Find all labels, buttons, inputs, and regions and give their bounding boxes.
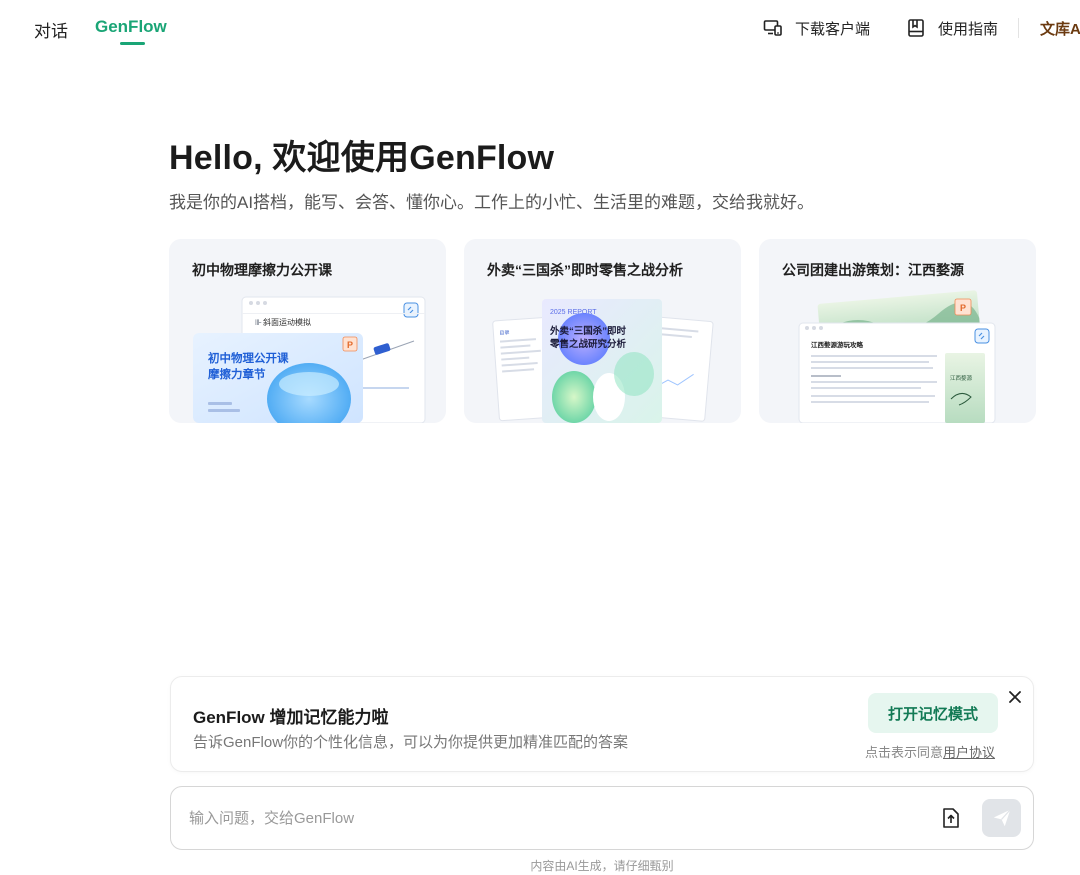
- consent-prefix: 点击表示同意: [865, 745, 944, 760]
- nav-divider: [1018, 18, 1019, 38]
- card-title: 公司团建出游策划：江西婺源: [782, 262, 964, 278]
- preview-heading: 初中物理公开课: [208, 351, 289, 365]
- user-guide-label: 使用指南: [938, 20, 999, 38]
- tab-chat[interactable]: 对话: [34, 17, 68, 42]
- card-title: 初中物理摩擦力公开课: [192, 262, 332, 278]
- user-agreement-link[interactable]: 用户协议: [943, 745, 995, 760]
- active-tab-indicator: [120, 42, 145, 45]
- report-preview-image: 目录 2025 REPORT 外卖“三国杀”即时 零售之战研究分析: [492, 299, 714, 423]
- example-card-physics[interactable]: 初中物理摩擦力公开课 ⊪ 斜面运动模拟 P 初中物理公开课 摩擦力章节: [169, 239, 446, 423]
- page-subtitle: 我是你的AI搭档，能写、会答、懂你心。工作上的小忙、生活里的难题，交给我就好。: [169, 193, 815, 212]
- example-card-team-trip[interactable]: 公司团建出游策划：江西婺源 P 江西婺源游玩攻略 江西婺源: [759, 239, 1036, 423]
- enable-memory-button[interactable]: 打开记忆模式: [868, 693, 998, 733]
- example-card-delivery-analysis[interactable]: 外卖“三国杀”即时零售之战分析 目录 2025 REPORT 外卖“三国杀”即时…: [464, 239, 741, 423]
- memory-banner-title: GenFlow 增加记忆能力啦: [193, 708, 389, 727]
- ai-disclaimer: 内容由AI生成，请仔细甄别: [530, 859, 674, 873]
- physics-slides-preview-image: ⊪ 斜面运动模拟 P 初中物理公开课 摩擦力章节: [193, 296, 426, 423]
- preview-heading: 外卖“三国杀”即时: [549, 325, 627, 337]
- download-client-button[interactable]: 下载客户端: [763, 16, 870, 40]
- preview-doc-label: 斜面运动模拟: [263, 317, 311, 327]
- travel-guide-preview-image: P 江西婺源游玩攻略 江西婺源: [798, 290, 996, 423]
- chat-input-box: [170, 786, 1034, 850]
- preview-subheading: 摩擦力章节: [208, 367, 266, 381]
- ppt-badge-label: P: [960, 303, 966, 313]
- memory-consent-text: 点击表示同意用户协议: [865, 742, 995, 761]
- page-title: Hello, 欢迎使用GenFlow: [169, 139, 555, 177]
- upload-icon[interactable]: [939, 806, 963, 830]
- send-button[interactable]: [982, 799, 1021, 837]
- monitor-phone-icon: [763, 20, 782, 36]
- preview-side-label: 江西婺源: [950, 374, 973, 382]
- preview-heading: 江西婺源游玩攻略: [811, 340, 864, 349]
- ppt-badge-label: P: [347, 340, 353, 350]
- send-icon: [993, 809, 1011, 827]
- book-icon: [908, 19, 924, 37]
- wenku-link[interactable]: 文库A: [1040, 18, 1080, 39]
- user-guide-button[interactable]: 使用指南: [906, 16, 998, 40]
- top-nav: 对话 GenFlow 下载客户端 使用指南 文库A: [0, 0, 1080, 56]
- download-client-label: 下载客户端: [795, 20, 871, 38]
- card-title: 外卖“三国杀”即时零售之战分析: [487, 262, 683, 278]
- preview-doc-label: 目录: [499, 329, 509, 337]
- close-icon[interactable]: [1005, 687, 1025, 707]
- memory-feature-banner: GenFlow 增加记忆能力啦 告诉GenFlow你的个性化信息，可以为你提供更…: [170, 676, 1034, 772]
- svg-text:⊪: ⊪: [255, 318, 262, 327]
- chat-input[interactable]: [189, 803, 889, 833]
- tab-genflow[interactable]: GenFlow: [95, 17, 167, 37]
- memory-banner-description: 告诉GenFlow你的个性化信息，可以为你提供更加精准匹配的答案: [193, 734, 629, 751]
- preview-subheading: 零售之战研究分析: [549, 338, 627, 350]
